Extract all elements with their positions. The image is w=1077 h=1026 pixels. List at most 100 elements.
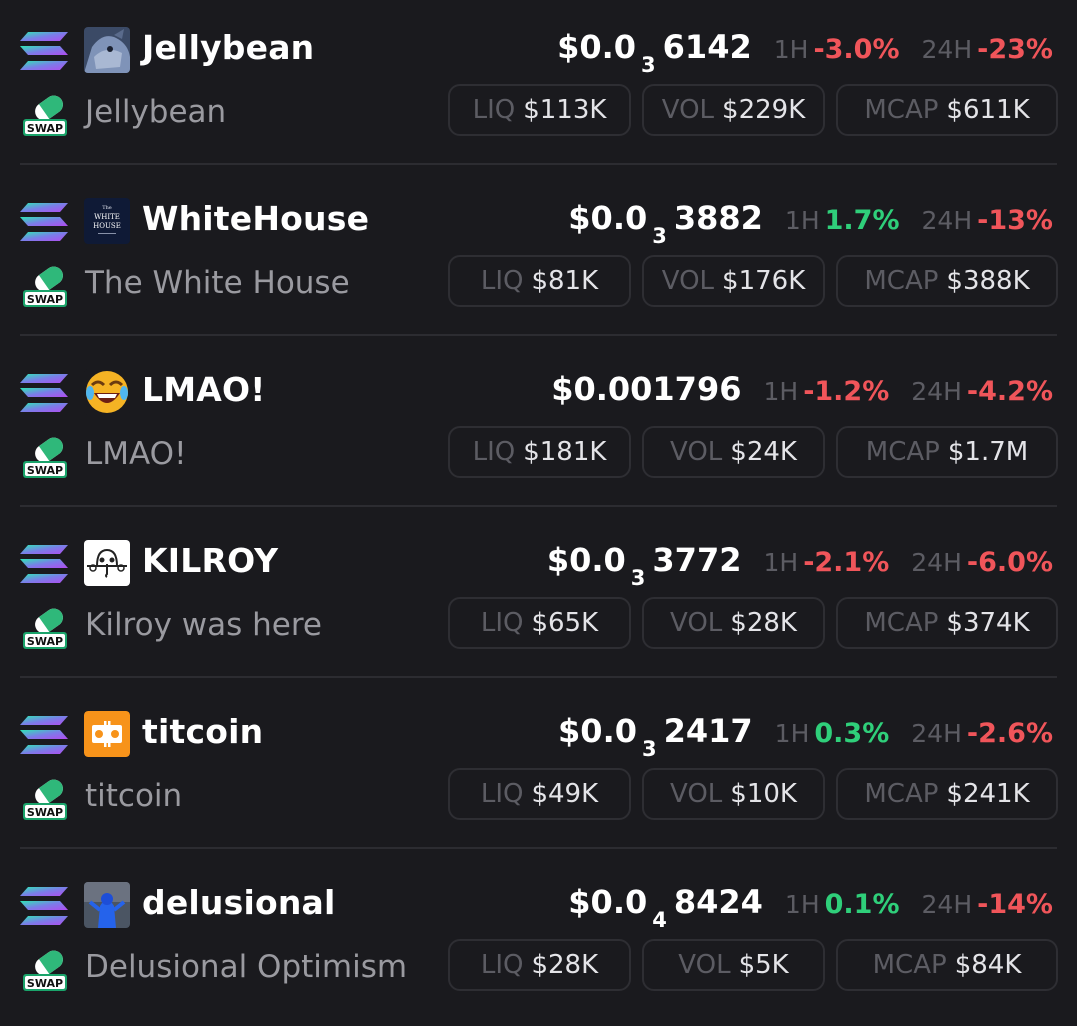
- mcap-label: MCAP: [864, 608, 939, 638]
- change-24h-label: 24H: [921, 35, 973, 64]
- change-1h-label: 1H: [773, 35, 809, 64]
- price-prefix: $0.0: [568, 199, 648, 237]
- token-price: $0.0 3 6142: [557, 28, 752, 77]
- swap-dex-icon: SWAP: [23, 779, 67, 820]
- change-24h-label: 24H: [911, 377, 962, 406]
- token-price: $0.001796: [551, 370, 741, 408]
- market-cap-pill[interactable]: MCAP $241K: [836, 768, 1058, 820]
- price-prefix: $0.0: [546, 541, 626, 579]
- token-price: $0.0 4 8424: [568, 883, 763, 932]
- volume-pill[interactable]: VOL $5K: [642, 939, 825, 991]
- mcap-value: $374K: [946, 608, 1030, 638]
- price-zero-count: 3: [641, 53, 656, 77]
- liq-label: LIQ: [480, 950, 524, 980]
- svg-text:WHITE: WHITE: [94, 213, 120, 221]
- change-24h-label: 24H: [921, 206, 973, 235]
- swap-dex-icon: SWAP: [23, 437, 67, 478]
- mcap-value: $84K: [954, 950, 1022, 980]
- market-cap-pill[interactable]: MCAP $1.7M: [836, 426, 1058, 478]
- token-row[interactable]: delusional SWAP Delusional Optimism $0.0…: [0, 855, 1077, 1026]
- token-symbol[interactable]: Jellybean: [142, 28, 314, 67]
- volume-pill[interactable]: VOL $28K: [642, 597, 825, 649]
- row-divider: [20, 676, 1057, 678]
- price-zero-count: 4: [652, 908, 667, 932]
- price-line: $0.0 3 3882 1H 1.7% 24H -13%: [568, 199, 1053, 248]
- mcap-value: $388K: [946, 266, 1030, 296]
- price-line: $0.0 3 2417 1H 0.3% 24H -2.6%: [558, 712, 1053, 761]
- volume-pill[interactable]: VOL $176K: [642, 255, 825, 307]
- token-symbol[interactable]: delusional: [142, 883, 336, 922]
- vol-value: $10K: [730, 779, 797, 809]
- liquidity-pill[interactable]: LIQ $49K: [448, 768, 631, 820]
- liq-label: LIQ: [480, 608, 524, 638]
- market-cap-pill[interactable]: MCAP $374K: [836, 597, 1058, 649]
- liq-value: $181K: [523, 437, 607, 467]
- volume-pill[interactable]: VOL $24K: [642, 426, 825, 478]
- whitehouse-logo-icon: The WHITE HOUSE: [84, 198, 130, 244]
- token-row[interactable]: LMAO! SWAP LMAO! $0.001796 1H -1.2% 24H …: [0, 342, 1077, 513]
- market-cap-pill[interactable]: MCAP $388K: [836, 255, 1058, 307]
- price-digits: 3882: [673, 199, 763, 237]
- stats-pills: LIQ $181K VOL $24K MCAP $1.7M: [448, 426, 1058, 478]
- liq-value: $65K: [531, 608, 599, 638]
- liquidity-pill[interactable]: LIQ $28K: [448, 939, 631, 991]
- svg-text:The: The: [102, 205, 112, 211]
- change-24h-value: -2.6%: [966, 718, 1053, 749]
- vol-value: $28K: [730, 608, 797, 638]
- swap-dex-icon: SWAP: [23, 950, 67, 991]
- svg-text:SWAP: SWAP: [27, 122, 63, 135]
- svg-text:SWAP: SWAP: [27, 464, 63, 477]
- token-symbol[interactable]: WhiteHouse: [142, 199, 369, 238]
- liq-label: LIQ: [480, 266, 524, 296]
- swap-dex-icon: SWAP: [23, 95, 67, 136]
- solana-icon: [20, 716, 68, 754]
- price-line: $0.0 4 8424 1H 0.1% 24H -14%: [568, 883, 1053, 932]
- token-row[interactable]: titcoin SWAP titcoin $0.0 3 2417 1H 0.3% 2…: [0, 684, 1077, 855]
- liquidity-pill[interactable]: LIQ $81K: [448, 255, 631, 307]
- svg-text:SWAP: SWAP: [27, 635, 63, 648]
- price-line: $0.001796 1H -1.2% 24H -4.2%: [551, 370, 1053, 408]
- liquidity-pill[interactable]: LIQ $181K: [448, 426, 631, 478]
- token-name: Jellybean: [85, 94, 227, 130]
- volume-pill[interactable]: VOL $10K: [642, 768, 825, 820]
- market-cap-pill[interactable]: MCAP $84K: [836, 939, 1058, 991]
- market-cap-pill[interactable]: MCAP $611K: [836, 84, 1058, 136]
- price-prefix: $0.0: [557, 28, 637, 66]
- token-symbol[interactable]: titcoin: [142, 712, 263, 751]
- solana-icon: [20, 374, 68, 412]
- token-list: Jellybean SWAP Jellybean $0.0 3 6142 1H -3…: [0, 0, 1077, 1015]
- kilroy-doodle-icon: [84, 540, 130, 586]
- token-name: titcoin: [85, 778, 183, 814]
- token-row[interactable]: KILROY SWAP Kilroy was here $0.0 3 3772 1H…: [0, 513, 1077, 684]
- solana-icon: [20, 203, 68, 241]
- change-1h-value: 1.7%: [824, 205, 900, 236]
- price-prefix: $0.0: [558, 712, 637, 750]
- svg-text:SWAP: SWAP: [27, 806, 63, 819]
- change-24h-value: -13%: [977, 205, 1053, 236]
- solana-icon: [20, 32, 68, 70]
- liquidity-pill[interactable]: LIQ $113K: [448, 84, 631, 136]
- price-prefix: $0.001796: [551, 370, 742, 408]
- solana-icon: [20, 545, 68, 583]
- stats-pills: LIQ $113K VOL $229K MCAP $611K: [448, 84, 1058, 136]
- token-symbol[interactable]: LMAO!: [142, 370, 266, 409]
- change-24h-label: 24H: [921, 890, 973, 919]
- mcap-value: $241K: [946, 779, 1030, 809]
- token-price: $0.0 3 3882: [568, 199, 763, 248]
- price-line: $0.0 3 6142 1H -3.0% 24H -23%: [557, 28, 1053, 77]
- mcap-label: MCAP: [864, 266, 939, 296]
- price-digits: 3772: [652, 541, 742, 579]
- row-divider: [20, 163, 1057, 165]
- token-symbol[interactable]: KILROY: [142, 541, 278, 580]
- token-row[interactable]: The WHITE HOUSE WhiteHouse SWAP The White …: [0, 171, 1077, 342]
- price-zero-count: 3: [630, 566, 646, 590]
- price-zero-count: 3: [641, 737, 657, 761]
- token-name: Delusional Optimism: [85, 949, 408, 985]
- delusional-avatar-icon: [84, 882, 130, 928]
- token-row[interactable]: Jellybean SWAP Jellybean $0.0 3 6142 1H -3…: [0, 0, 1077, 171]
- liquidity-pill[interactable]: LIQ $65K: [448, 597, 631, 649]
- volume-pill[interactable]: VOL $229K: [642, 84, 825, 136]
- price-prefix: $0.0: [568, 883, 648, 921]
- vol-value: $5K: [738, 950, 789, 980]
- stats-pills: LIQ $28K VOL $5K MCAP $84K: [448, 939, 1058, 991]
